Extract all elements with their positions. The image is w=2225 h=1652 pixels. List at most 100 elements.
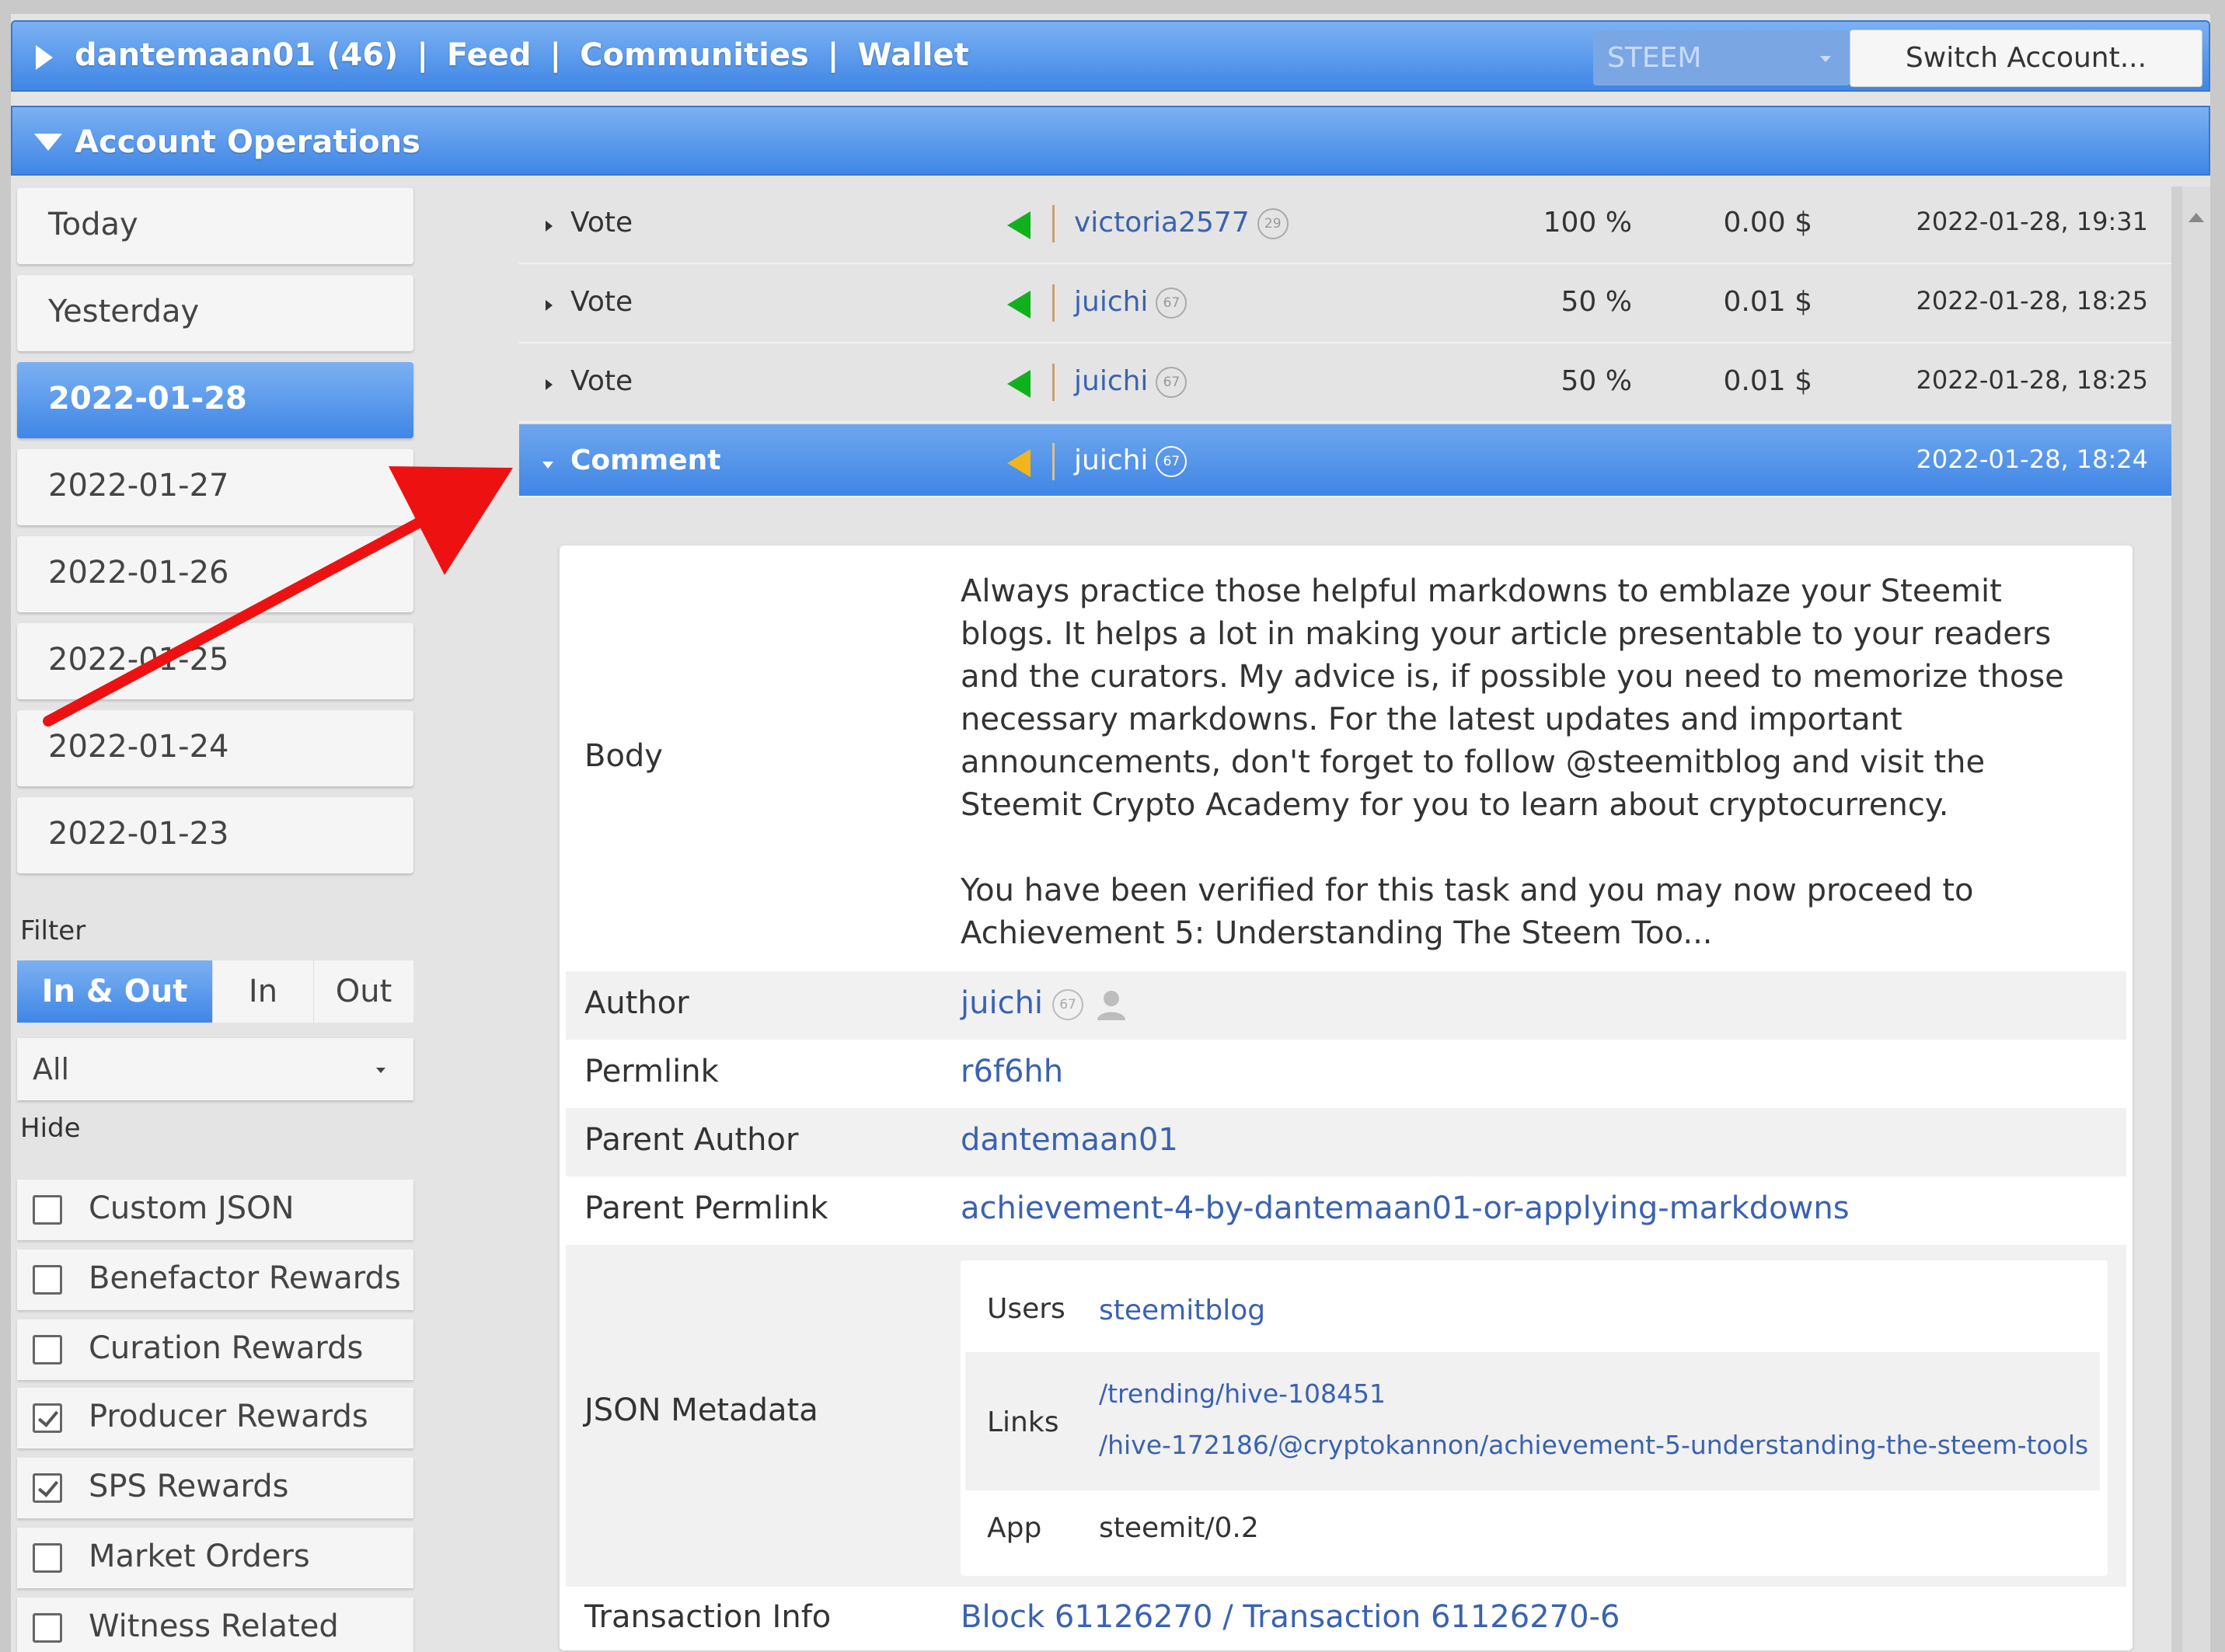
transaction-link[interactable]: Transaction 61126270-6 — [1243, 1599, 1620, 1635]
operation-user[interactable]: juichi 67 — [1074, 286, 1187, 319]
transaction-label: Transaction Info — [584, 1599, 832, 1635]
day-today[interactable]: Today — [17, 188, 413, 264]
expand-arrow-icon[interactable] — [546, 379, 553, 390]
hide-option[interactable]: Benefactor Rewards — [17, 1249, 413, 1310]
vote-value: 0.01 $ — [1723, 365, 1812, 397]
vote-weight: 100 % — [1543, 207, 1632, 239]
checkbox-icon[interactable] — [33, 1265, 62, 1295]
hide-option[interactable]: Market Orders — [17, 1528, 413, 1588]
meta-users-label: Users — [987, 1293, 1065, 1325]
hide-option[interactable]: Curation Rewards — [17, 1319, 413, 1380]
filter-in[interactable]: In — [213, 960, 314, 1023]
expand-arrow-icon[interactable] — [546, 221, 553, 232]
play-icon[interactable] — [36, 45, 53, 70]
hide-option[interactable]: Custom JSON — [17, 1180, 413, 1240]
day-2022-01-26[interactable]: 2022-01-26 — [17, 536, 413, 612]
filter-out[interactable]: Out — [314, 960, 413, 1023]
nav-account[interactable]: dantemaan01 (46) — [75, 37, 398, 73]
filter-type-value: All — [33, 1052, 70, 1086]
hide-option-label: Witness Related — [89, 1608, 339, 1644]
meta-links-label: Links — [987, 1406, 1059, 1438]
nav-feed[interactable]: Feed — [447, 37, 532, 73]
json-metadata-label: JSON Metadata — [584, 1392, 818, 1428]
detail-row-body: Body Always practice those helpful markd… — [566, 552, 2126, 971]
hide-option-label: Benefactor Rewards — [89, 1260, 401, 1296]
author-link[interactable]: juichi 67 — [961, 985, 1128, 1022]
author-label: Author — [584, 985, 689, 1021]
operation-type: Vote — [570, 365, 633, 397]
operation-time: 2022-01-28, 18:25 — [1916, 365, 2148, 395]
vote-weight: 50 % — [1561, 365, 1632, 397]
chain-select[interactable]: STEEM — [1593, 31, 1850, 85]
checkbox-icon[interactable] — [33, 1335, 62, 1364]
detail-row-json-metadata: JSON Metadata Users steemitblog Links /t… — [566, 1245, 2126, 1587]
operations-panel: Vote victoria2577 29 100 % 0.00 $ 2022-01… — [519, 186, 2179, 1652]
day-2022-01-24[interactable]: 2022-01-24 — [17, 710, 413, 786]
reputation-badge: 67 — [1156, 288, 1187, 319]
scroll-track[interactable] — [2171, 186, 2182, 1652]
caret-down-icon — [1820, 56, 1831, 62]
day-2022-01-23[interactable]: 2022-01-23 — [17, 797, 413, 873]
vote-weight: 50 % — [1561, 286, 1632, 318]
nav-communities[interactable]: Communities — [580, 37, 809, 73]
checkbox-icon[interactable] — [33, 1543, 62, 1573]
parent-permlink-label: Parent Permlink — [584, 1190, 828, 1226]
detail-row-parent-author: Parent Author dantemaan01 — [566, 1108, 2126, 1176]
filter-in-out[interactable]: In & Out — [17, 960, 213, 1023]
nav-separator: | — [549, 37, 562, 73]
divider — [1052, 205, 1055, 242]
switch-account-button[interactable]: Switch Account... — [1850, 30, 2202, 87]
scrollbar[interactable] — [2182, 186, 2210, 1652]
checkbox-checked-icon[interactable] — [33, 1473, 62, 1503]
day-yesterday[interactable]: Yesterday — [17, 275, 413, 351]
parent-author-link[interactable]: dantemaan01 — [961, 1122, 1178, 1158]
checkbox-checked-icon[interactable] — [33, 1403, 62, 1433]
account-operations-header[interactable]: Account Operations — [11, 106, 2210, 176]
day-2022-01-28[interactable]: 2022-01-28 — [17, 362, 413, 438]
meta-link-2[interactable]: /hive-172186/@cryptokannon/achievement-5… — [1099, 1430, 2088, 1460]
hide-option[interactable]: Producer Rewards — [17, 1388, 413, 1448]
parent-permlink-link[interactable]: achievement-4-by-dantemaan01-or-applying… — [961, 1190, 1850, 1226]
collapse-arrow-icon[interactable] — [542, 462, 553, 469]
hide-option[interactable]: SPS Rewards — [17, 1458, 413, 1518]
scroll-up-icon[interactable] — [2188, 213, 2204, 222]
filter-direction-group: In & Out In Out — [17, 960, 413, 1023]
operation-row[interactable]: Vote juichi 67 50 % 0.01 $ 2022-01-28, 18… — [519, 345, 2179, 423]
vote-value: 0.00 $ — [1723, 207, 1812, 239]
block-link[interactable]: Block 61126270 — [961, 1599, 1213, 1635]
operation-row-expanded[interactable]: Comment juichi 67 2022-01-28, 18:24 — [519, 424, 2179, 497]
hide-option-label: Custom JSON — [89, 1190, 295, 1226]
reputation-badge: 67 — [1156, 367, 1187, 398]
expand-arrow-icon[interactable] — [546, 300, 553, 311]
vote-value: 0.01 $ — [1723, 286, 1812, 318]
checkbox-icon[interactable] — [33, 1195, 62, 1225]
operation-row[interactable]: Vote juichi 67 50 % 0.01 $ 2022-01-28, 18… — [519, 266, 2179, 343]
caret-down-icon — [376, 1068, 385, 1073]
operation-user[interactable]: victoria2577 29 — [1074, 207, 1289, 239]
operation-type: Vote — [570, 286, 633, 318]
day-2022-01-27[interactable]: 2022-01-27 — [17, 449, 413, 525]
checkbox-icon[interactable] — [33, 1613, 62, 1643]
reputation-badge: 29 — [1257, 208, 1289, 239]
comment-body: Always practice those helpful markdowns … — [961, 570, 2080, 955]
meta-users-link[interactable]: steemitblog — [1099, 1295, 1265, 1326]
operation-row[interactable]: Vote victoria2577 29 100 % 0.00 $ 2022-01… — [519, 186, 2179, 264]
detail-row-parent-permlink: Parent Permlink achievement-4-by-dantema… — [566, 1176, 2126, 1245]
meta-link-1[interactable]: /trending/hive-108451 — [1099, 1378, 1386, 1409]
operation-user[interactable]: juichi 67 — [1074, 444, 1187, 477]
day-2022-01-25[interactable]: 2022-01-25 — [17, 623, 413, 699]
body-paragraph: Always practice those helpful markdowns … — [961, 573, 2064, 823]
nav-separator: | — [827, 37, 839, 73]
direction-in-icon — [1007, 211, 1031, 239]
operation-time: 2022-01-28, 19:31 — [1916, 207, 2148, 236]
operation-user[interactable]: juichi 67 — [1074, 365, 1187, 398]
meta-row-app: App steemit/0.2 — [965, 1490, 2100, 1571]
filter-type-select[interactable]: All — [17, 1038, 413, 1100]
hide-option[interactable]: Witness Related — [17, 1598, 413, 1652]
user-icon[interactable] — [1094, 988, 1128, 1022]
permlink-link[interactable]: r6f6hh — [961, 1054, 1063, 1089]
hide-label: Hide — [20, 1113, 81, 1144]
direction-in-icon — [1007, 291, 1031, 319]
nav-wallet[interactable]: Wallet — [857, 37, 968, 73]
divider — [1052, 364, 1055, 401]
